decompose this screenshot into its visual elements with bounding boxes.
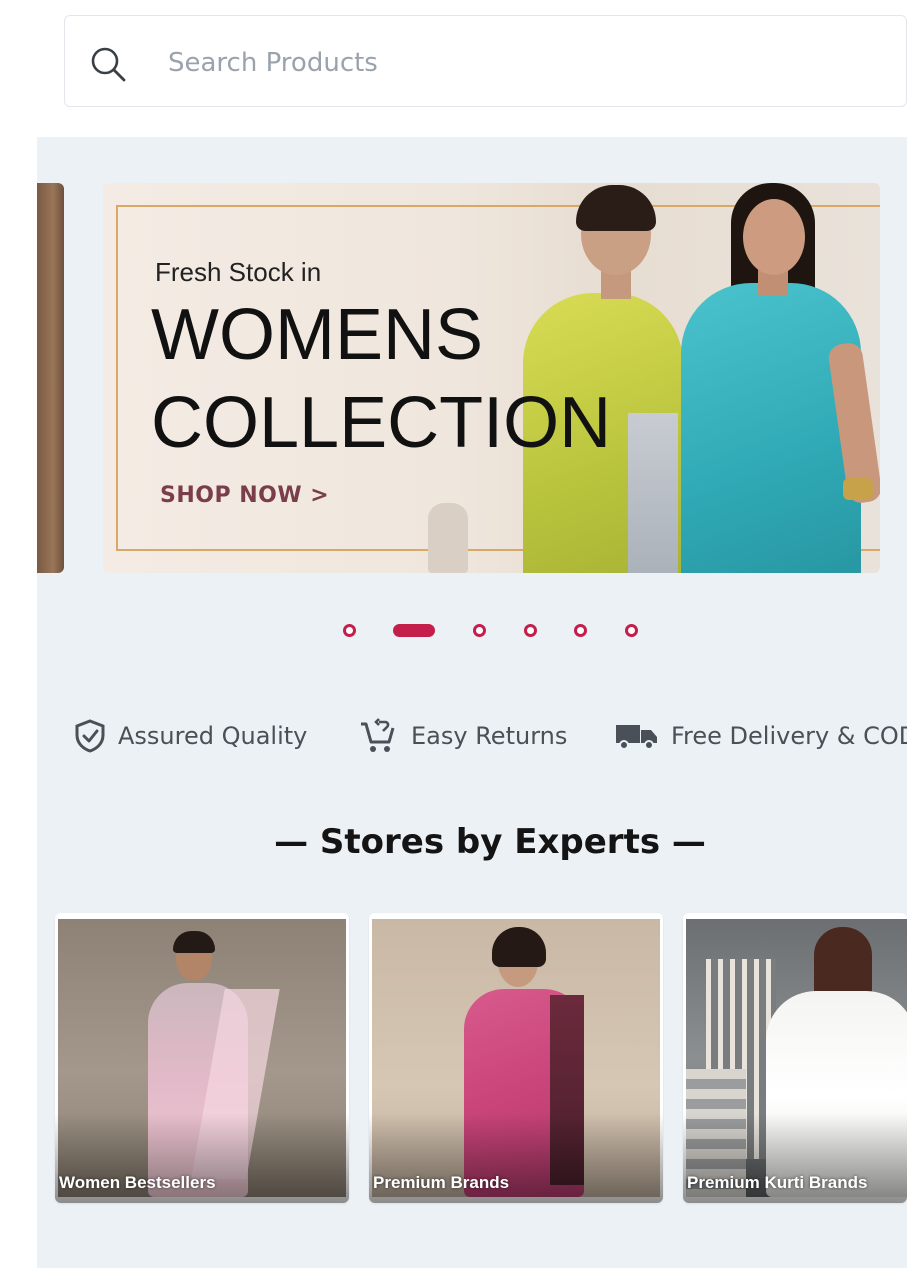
- carousel-dot[interactable]: [524, 624, 537, 637]
- store-card-women-bestsellers[interactable]: Women Bestsellers: [55, 913, 349, 1203]
- search-icon[interactable]: [88, 44, 128, 84]
- banner-subtitle: Fresh Stock in: [155, 257, 322, 287]
- carousel-dot[interactable]: [473, 624, 486, 637]
- feature-label: Easy Returns: [411, 722, 568, 750]
- store-card-premium-kurti-brands[interactable]: Premium Kurti Brands: [683, 913, 907, 1203]
- carousel-prev-slide[interactable]: [37, 183, 64, 573]
- model-2-face: [743, 199, 805, 275]
- feature-easy-returns: Easy Returns: [359, 718, 567, 754]
- figure-hair: [173, 931, 215, 953]
- vase-decoration: [428, 503, 468, 573]
- carousel-indicators: [0, 622, 907, 640]
- shield-check-icon: [75, 719, 105, 753]
- figure-hair: [492, 927, 546, 967]
- section-title: — Stores by Experts —: [274, 822, 706, 862]
- banner-title-line-2: COLLECTION: [151, 383, 612, 463]
- delivery-truck-icon: [616, 725, 657, 750]
- search-input[interactable]: Search Products: [168, 48, 378, 78]
- model-2-dress: [681, 283, 861, 573]
- banner-title-line-1: WOMENS: [151, 295, 483, 375]
- shop-now-link[interactable]: SHOP NOW >: [160, 483, 329, 508]
- store-card-label: Women Bestsellers: [59, 1173, 216, 1192]
- carousel-dot[interactable]: [625, 624, 638, 637]
- feature-free-delivery: Free Delivery & COD: [615, 718, 907, 754]
- carousel-dot-active[interactable]: [393, 624, 435, 637]
- return-cart-icon: [361, 718, 395, 752]
- store-card-label: Premium Kurti Brands: [687, 1173, 868, 1192]
- banner-title: WOMENS COLLECTION: [151, 291, 611, 467]
- carousel-dot[interactable]: [574, 624, 587, 637]
- hero-banner[interactable]: Fresh Stock in WOMENS COLLECTION SHOP NO…: [103, 183, 880, 573]
- feature-label: Assured Quality: [118, 722, 308, 750]
- model-1-underlayer: [628, 413, 678, 573]
- carousel-dot[interactable]: [343, 624, 356, 637]
- store-card-label: Premium Brands: [373, 1173, 510, 1192]
- store-card-premium-brands[interactable]: Premium Brands: [369, 913, 663, 1203]
- feature-assured-quality: Assured Quality: [74, 718, 307, 754]
- feature-label: Free Delivery & COD: [671, 722, 907, 750]
- model-2-bangle: [843, 478, 873, 500]
- model-1-hair: [576, 185, 656, 231]
